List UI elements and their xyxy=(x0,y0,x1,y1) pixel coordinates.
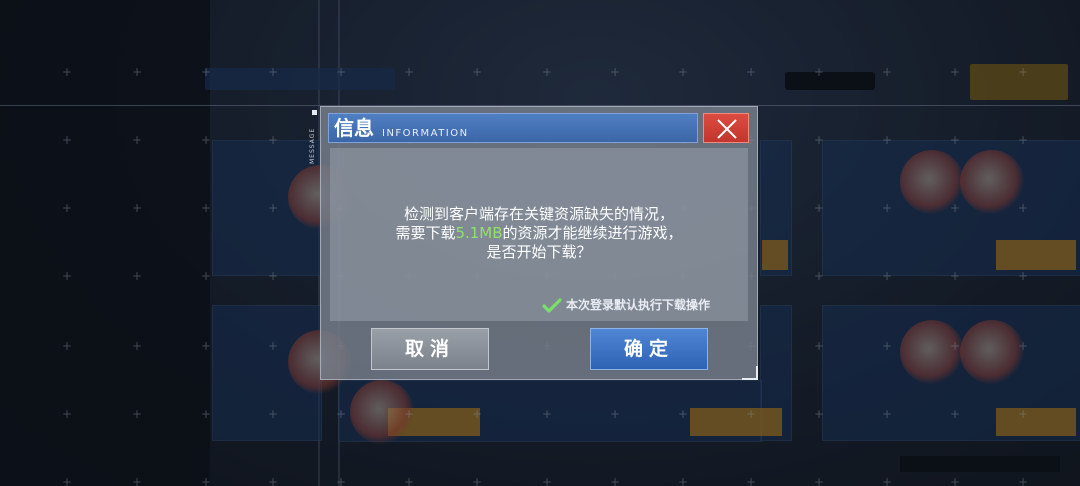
message-line-3: 是否开始下载？ xyxy=(486,243,592,261)
cancel-button[interactable]: 取消 xyxy=(371,328,489,370)
dialog-subtitle: INFORMATION xyxy=(382,128,469,139)
close-button[interactable] xyxy=(703,113,749,143)
dialog-message: 检测到客户端存在关键资源缺失的情况， 需要下载5.1MB的资源才能继续进行游戏，… xyxy=(330,205,748,262)
message-line-2: 需要下载5.1MB的资源才能继续进行游戏， xyxy=(330,224,748,243)
dialog-title: 信息 xyxy=(334,116,374,140)
message-line-1: 检测到客户端存在关键资源缺失的情况， xyxy=(403,205,674,223)
message-text: 需要下载 xyxy=(395,224,456,242)
close-icon xyxy=(717,119,737,139)
check-icon[interactable] xyxy=(542,298,562,314)
auto-download-checkbox-label[interactable]: 本次登录默认执行下载操作 xyxy=(566,297,710,313)
dialog-side-label: MESSAGE xyxy=(309,127,316,164)
confirm-button[interactable]: 确定 xyxy=(590,328,708,370)
dialog-corner-mark xyxy=(742,366,758,380)
download-size: 5.1MB xyxy=(455,224,503,242)
message-text: 的资源才能继续进行游戏， xyxy=(502,224,683,242)
